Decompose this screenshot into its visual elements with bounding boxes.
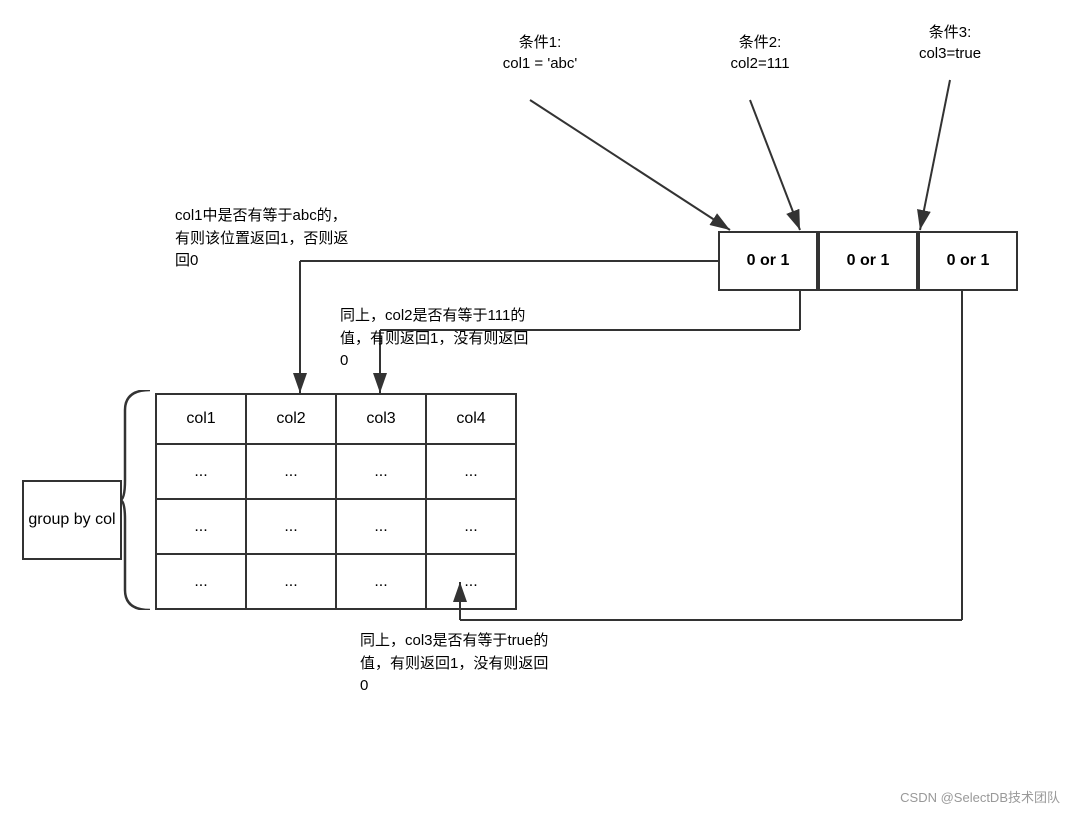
annotation-3: 同上，col3是否有等于true的 值，有则返回1，没有则返回 0 (360, 630, 700, 698)
or-box-3: 0 or 1 (918, 231, 1018, 291)
col2-header: col2 (246, 394, 336, 444)
col4-header: col4 (426, 394, 516, 444)
watermark: CSDN @SelectDB技术团队 (900, 787, 1060, 806)
or-box-2: 0 or 1 (818, 231, 918, 291)
main-table: col1 col2 col3 col4 ... ... ... ... ... … (155, 393, 517, 610)
condition1-label: 条件1: col1 = 'abc' (460, 32, 620, 74)
group-by-box: group by col (22, 480, 122, 560)
annotation-2: 同上，col2是否有等于111的 值，有则返回1，没有则返回 0 (340, 305, 660, 373)
col3-header: col3 (336, 394, 426, 444)
condition2-label: 条件2: col2=111 (700, 32, 820, 74)
col1-header: col1 (156, 394, 246, 444)
table-row: ... ... ... ... (156, 444, 516, 499)
curly-brace (120, 390, 160, 610)
condition3-label: 条件3: col3=true (880, 22, 1020, 64)
annotation-1: col1中是否有等于abc的， 有则该位置返回1，否则返 回0 (175, 205, 475, 273)
or-box-1: 0 or 1 (718, 231, 818, 291)
diagram-container: 条件1: col1 = 'abc' 条件2: col2=111 条件3: col… (0, 0, 1080, 818)
table-row: ... ... ... ... (156, 499, 516, 554)
table-row: ... ... ... ... (156, 554, 516, 609)
